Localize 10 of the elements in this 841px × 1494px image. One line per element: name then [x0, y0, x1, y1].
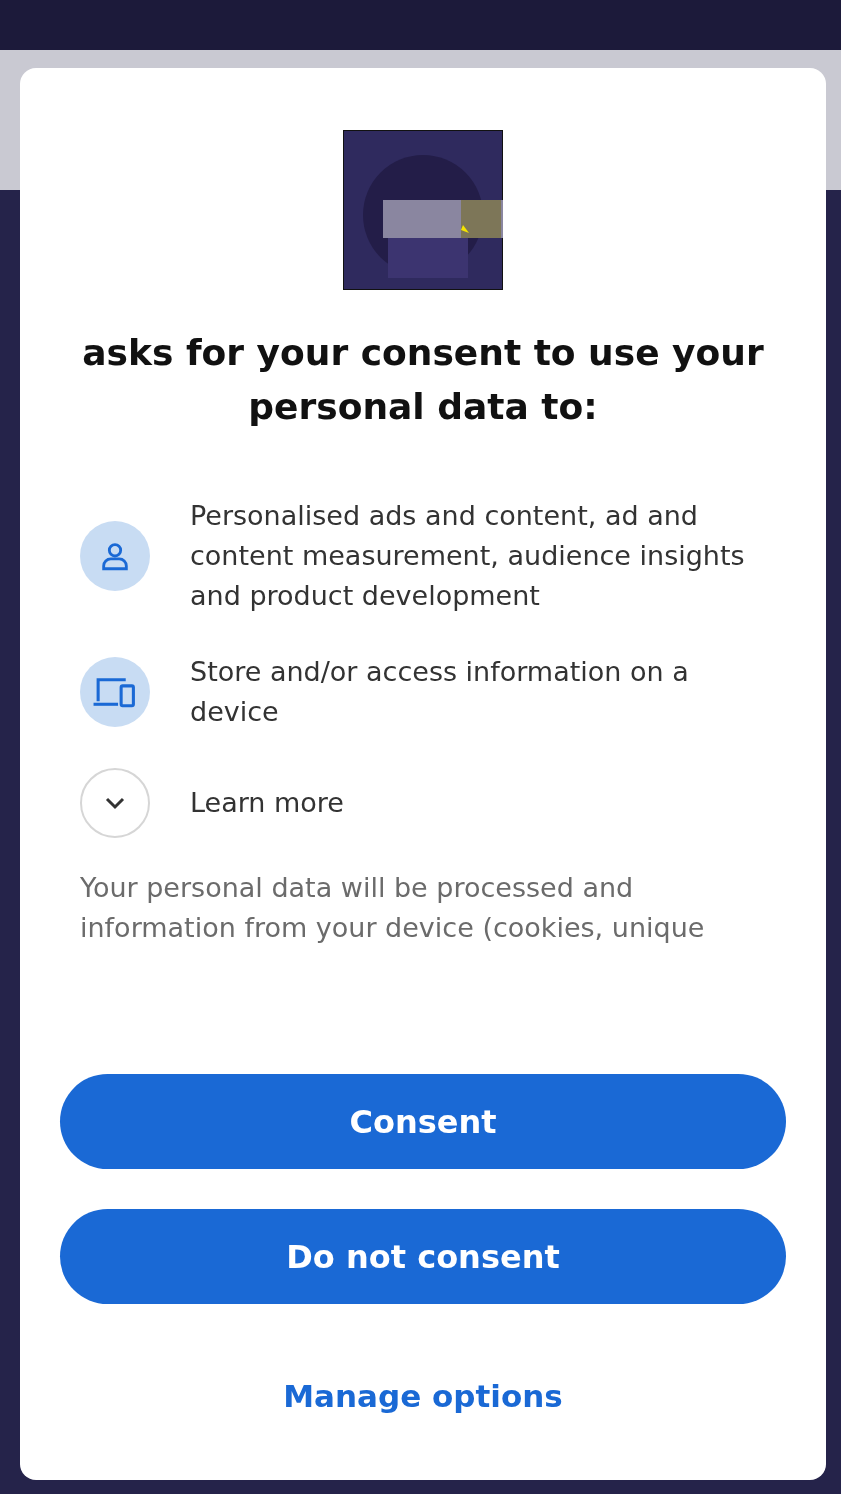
decline-button[interactable]: Do not consent [60, 1209, 786, 1304]
consent-button[interactable]: Consent [60, 1074, 786, 1169]
purpose-text: Store and/or access information on a device [190, 655, 690, 729]
description-text: Your personal data will be processed and information from your device (cookies, unique [80, 871, 706, 945]
chevron-icon[interactable] [103, 795, 127, 811]
purpose-text: Personalised ads and content, ad and content measurement, audience insights and product development [190, 499, 746, 613]
learn-more-toggle[interactable]: Learn more [190, 783, 344, 823]
manage-options-link[interactable]: Manage options [275, 1374, 571, 1418]
consent-title: asks for your consent to use your personal data to: [81, 331, 765, 429]
devices-icon [92, 675, 138, 709]
